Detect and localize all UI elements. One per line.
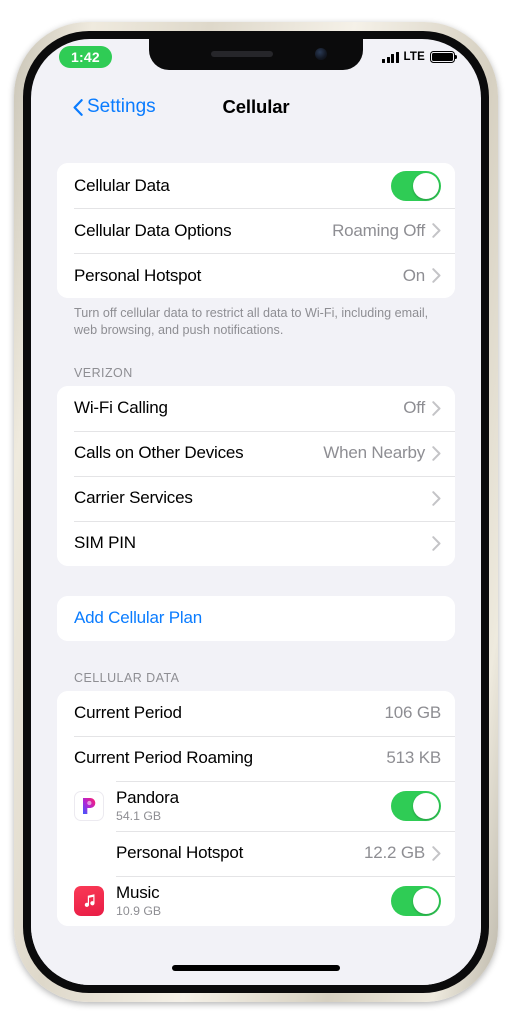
row-app-pandora[interactable]: Pandora 54.1 GB bbox=[57, 780, 455, 831]
chevron-right-icon bbox=[432, 445, 441, 461]
add-cellular-plan-label: Add Cellular Plan bbox=[74, 608, 202, 628]
home-indicator[interactable] bbox=[172, 965, 340, 971]
chevron-right-icon bbox=[432, 268, 441, 283]
row-cellular-data[interactable]: Cellular Data bbox=[57, 163, 455, 208]
earpiece-speaker-icon bbox=[211, 51, 273, 57]
row-value: Off bbox=[403, 398, 425, 418]
notch bbox=[149, 39, 363, 70]
iphone-device-frame: 1:42 LTE Settings Cellular Cellular Data… bbox=[14, 22, 498, 1002]
row-value: When Nearby bbox=[323, 443, 425, 463]
row-label: Personal Hotspot bbox=[74, 265, 202, 285]
pandora-toggle[interactable] bbox=[391, 790, 441, 821]
row-label: Personal Hotspot bbox=[116, 843, 244, 863]
network-type-label: LTE bbox=[403, 51, 425, 63]
app-size: 10.9 GB bbox=[116, 904, 162, 919]
row-label: Carrier Services bbox=[74, 488, 193, 508]
row-label: Calls on Other Devices bbox=[74, 443, 244, 463]
cellular-data-usage-group: Current Period 106 GB Current Period Roa… bbox=[57, 690, 455, 926]
row-current-period[interactable]: Current Period 106 GB bbox=[57, 690, 455, 736]
chevron-right-icon bbox=[432, 845, 441, 861]
row-calls-on-other-devices[interactable]: Calls on Other Devices When Nearby bbox=[57, 430, 455, 476]
row-value: On bbox=[402, 265, 425, 285]
row-personal-hotspot[interactable]: Personal Hotspot On bbox=[57, 253, 455, 298]
battery-icon bbox=[430, 51, 458, 63]
phone-screen: 1:42 LTE Settings Cellular Cellular Data… bbox=[31, 39, 481, 985]
back-button-label: Settings bbox=[87, 96, 156, 117]
row-label: Wi-Fi Calling bbox=[74, 398, 168, 418]
row-app-personal-hotspot[interactable]: Personal Hotspot 12.2 GB bbox=[57, 830, 455, 876]
row-label: Current Period bbox=[74, 703, 182, 723]
device-bezel: 1:42 LTE Settings Cellular Cellular Data… bbox=[23, 31, 489, 993]
navigation-bar: Settings Cellular bbox=[31, 81, 481, 133]
chevron-right-icon bbox=[432, 400, 441, 416]
chevron-right-icon bbox=[432, 223, 441, 238]
front-camera-icon bbox=[315, 48, 327, 60]
row-label: Current Period Roaming bbox=[74, 748, 253, 768]
add-plan-group: Add Cellular Plan bbox=[57, 595, 455, 641]
carrier-group: Wi-Fi Calling Off Calls on Other Devices… bbox=[57, 385, 455, 566]
chevron-left-icon bbox=[73, 98, 83, 116]
app-name: Pandora bbox=[116, 788, 179, 808]
row-label: Cellular Data Options bbox=[74, 220, 232, 240]
row-value: 12.2 GB bbox=[364, 843, 425, 863]
row-label: SIM PIN bbox=[74, 533, 136, 553]
row-app-music[interactable]: Music 10.9 GB bbox=[57, 875, 455, 926]
app-text: Music 10.9 GB bbox=[116, 883, 161, 918]
settings-scroll-view[interactable]: Cellular Data Cellular Data Options Roam… bbox=[31, 133, 481, 985]
row-cellular-data-options[interactable]: Cellular Data Options Roaming Off bbox=[57, 208, 455, 253]
row-label: Cellular Data bbox=[74, 175, 170, 195]
cellular-signal-icon bbox=[382, 51, 399, 63]
row-sim-pin[interactable]: SIM PIN bbox=[57, 520, 455, 566]
music-toggle[interactable] bbox=[391, 885, 441, 916]
row-carrier-services[interactable]: Carrier Services bbox=[57, 475, 455, 521]
row-value: Roaming Off bbox=[332, 220, 425, 240]
cellular-data-group: Cellular Data Cellular Data Options Roam… bbox=[57, 163, 455, 298]
row-current-period-roaming[interactable]: Current Period Roaming 513 KB bbox=[57, 735, 455, 781]
music-icon bbox=[74, 885, 104, 916]
status-bar-right: LTE bbox=[382, 51, 458, 63]
app-name: Music bbox=[116, 883, 160, 903]
row-add-cellular-plan[interactable]: Add Cellular Plan bbox=[57, 595, 455, 641]
app-text: Pandora 54.1 GB bbox=[116, 788, 179, 823]
app-size: 54.1 GB bbox=[116, 809, 162, 824]
row-wifi-calling[interactable]: Wi-Fi Calling Off bbox=[57, 385, 455, 431]
pandora-icon bbox=[74, 790, 104, 821]
row-value: 106 GB bbox=[384, 703, 442, 723]
cellular-data-usage-header: CELLULAR DATA bbox=[74, 670, 180, 685]
chevron-right-icon bbox=[432, 490, 441, 506]
chevron-right-icon bbox=[432, 535, 441, 551]
back-button[interactable]: Settings bbox=[73, 96, 156, 118]
status-time-pill[interactable]: 1:42 bbox=[59, 46, 112, 68]
row-value: 513 KB bbox=[386, 748, 441, 768]
carrier-group-header: VERIZON bbox=[74, 365, 133, 380]
cellular-data-footer: Turn off cellular data to restrict all d… bbox=[74, 306, 429, 338]
cellular-data-toggle[interactable] bbox=[391, 170, 441, 201]
